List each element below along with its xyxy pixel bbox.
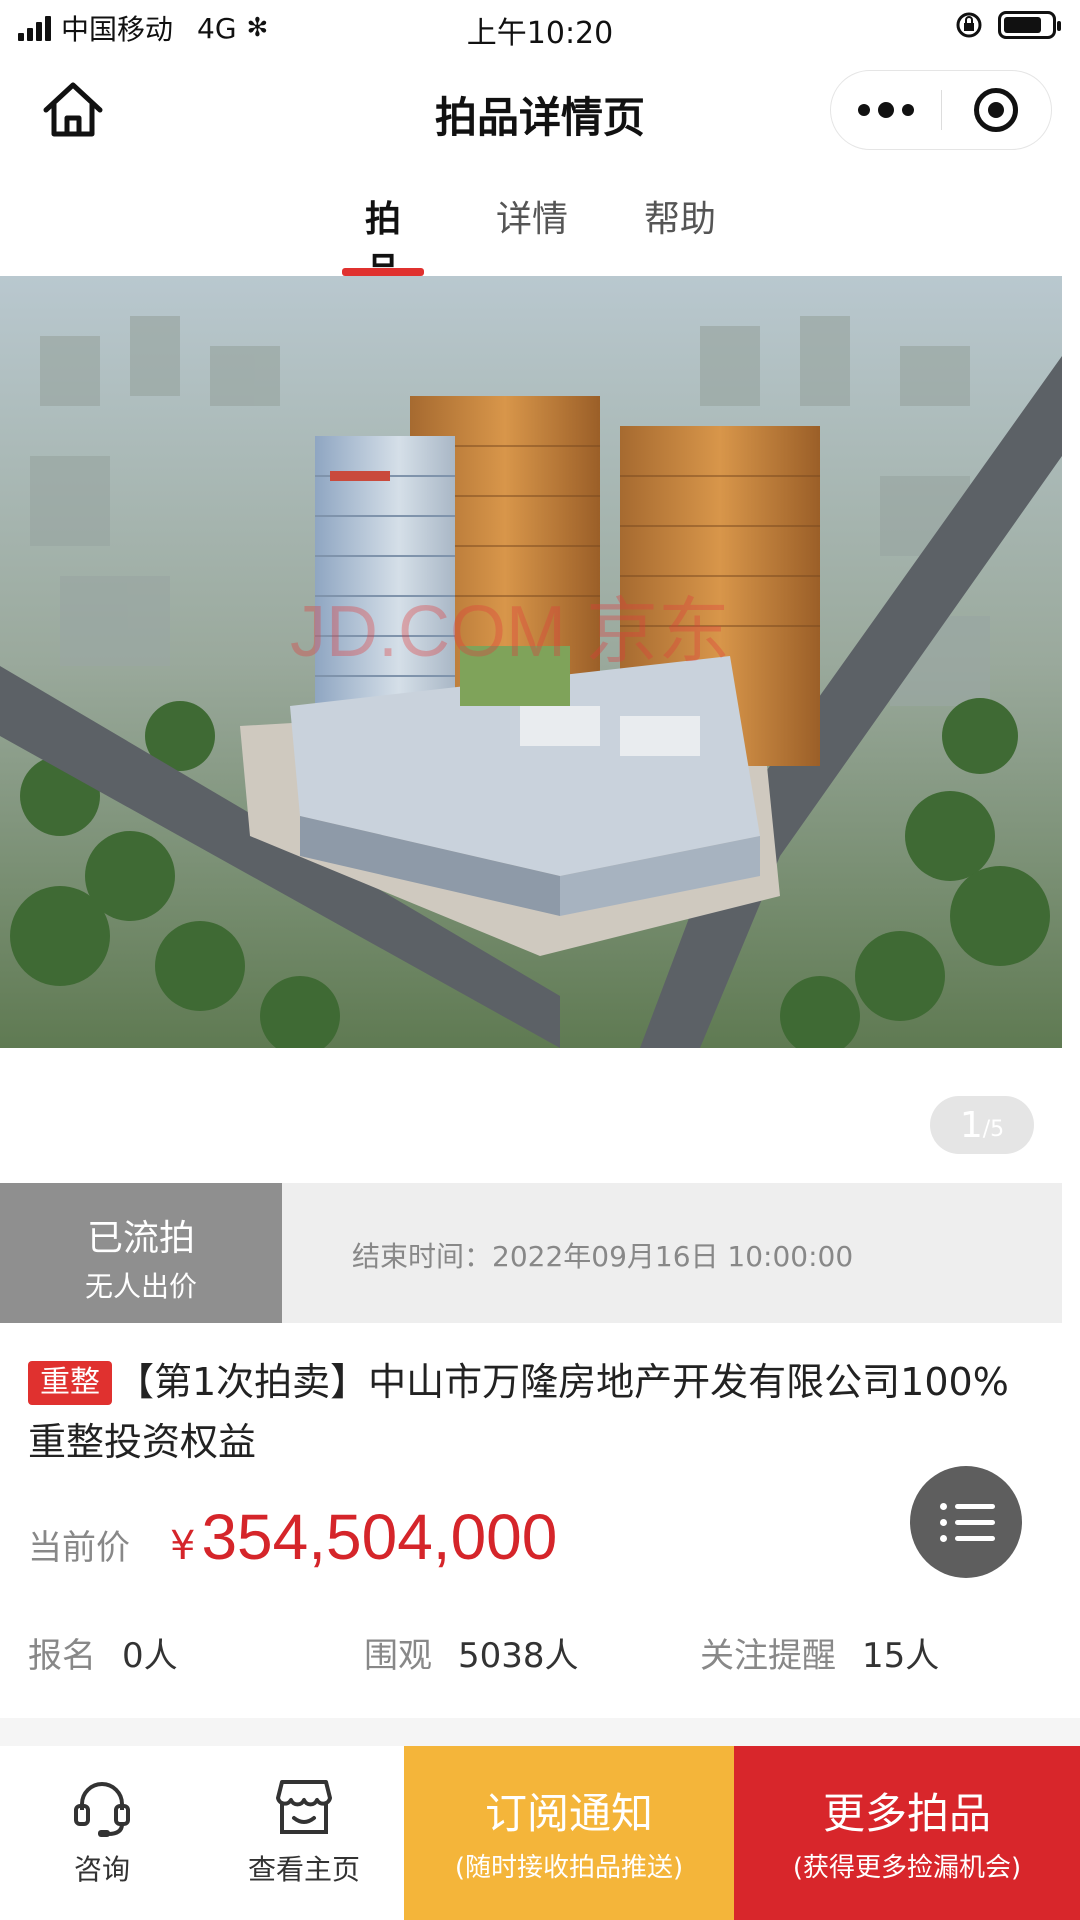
pager-total: /5 (982, 1116, 1005, 1142)
status-right (954, 10, 1061, 40)
item-title-block: 重整 【第1次拍卖】中山市万隆房地产开发有限公司100%重整投资权益 (28, 1352, 1038, 1472)
tab-help[interactable]: 帮助 (644, 190, 716, 276)
hero-image[interactable]: JD.COM 京东 (0, 276, 1062, 1048)
item-title: 【第1次拍卖】中山市万隆房地产开发有限公司100%重整投资权益 (28, 1360, 1009, 1464)
mini-program-capsule (830, 70, 1052, 150)
currency-symbol: ¥ (170, 1523, 196, 1569)
auction-state-sub: 无人出价 (84, 1270, 197, 1303)
bottom-action-bar: 咨询 查看主页 订阅通知 (随时接收拍品推送) 更多拍品 (获得更多捡漏机会) (0, 1746, 1080, 1920)
consult-label: 咨询 (73, 1853, 130, 1886)
headset-icon (38, 1772, 166, 1842)
menu-list-icon[interactable] (910, 1466, 1022, 1578)
subscribe-sub-label: (随时接收拍品推送) (454, 1853, 684, 1883)
current-price: 354,504,000 (201, 1501, 558, 1573)
section-divider (0, 1718, 1080, 1746)
pager-current: 1 (959, 1104, 983, 1146)
stat-value: 0人 (122, 1636, 178, 1676)
nav-bar: 拍品详情页 (0, 60, 1080, 160)
tab-details[interactable]: 详情 (496, 190, 568, 276)
end-time: 结束时间：2022年09月16日 10:00:00 (352, 1240, 854, 1273)
tab-bar: 拍品 详情 帮助 (0, 190, 1080, 292)
price-label: 当前价 (28, 1528, 130, 1568)
reorganization-badge: 重整 (28, 1361, 112, 1405)
more-items-main-label: 更多拍品 (822, 1789, 991, 1838)
stats-row: 报名 0人 围观 5038人 关注提醒 15人 (28, 1628, 1048, 1678)
target-icon[interactable] (942, 71, 1052, 149)
stat-signups: 报名 0人 (28, 1628, 178, 1677)
stat-label: 围观 (364, 1636, 432, 1676)
more-items-button[interactable]: 更多拍品 (获得更多捡漏机会) (734, 1746, 1080, 1920)
stat-label: 关注提醒 (700, 1636, 836, 1676)
stat-label: 报名 (28, 1636, 96, 1676)
stat-value: 15人 (862, 1636, 940, 1676)
auction-status-strip: 已流拍 无人出价 结束时间：2022年09月16日 10:00:00 (0, 1183, 1062, 1323)
subscribe-button[interactable]: 订阅通知 (随时接收拍品推送) (404, 1746, 734, 1920)
stat-views: 围观 5038人 (364, 1628, 579, 1677)
battery-icon (998, 11, 1061, 39)
status-bar: 中国移动 4G ✻ 上午10:20 (0, 0, 1080, 56)
image-pager: 1 /5 (930, 1096, 1034, 1154)
rotation-lock-icon (956, 12, 982, 38)
more-items-sub-label: (获得更多捡漏机会) (792, 1853, 1022, 1883)
tab-auction-item[interactable]: 拍品 (342, 190, 424, 292)
price-row: 当前价 ¥ 354,504,000 (28, 1500, 557, 1574)
more-dots-icon[interactable] (831, 71, 941, 149)
view-homepage-label: 查看主页 (247, 1853, 360, 1886)
auction-state: 已流拍 (86, 1218, 195, 1259)
watermark: JD.COM 京东 (290, 592, 730, 672)
view-homepage-button[interactable]: 查看主页 (236, 1746, 372, 1920)
stat-reminders: 关注提醒 15人 (700, 1628, 939, 1677)
subscribe-main-label: 订阅通知 (484, 1789, 653, 1838)
stat-value: 5038人 (458, 1636, 579, 1676)
auction-status-box: 已流拍 无人出价 (0, 1183, 282, 1323)
clock: 上午10:20 (466, 16, 614, 51)
consult-button[interactable]: 咨询 (38, 1746, 166, 1920)
store-icon (236, 1772, 372, 1842)
